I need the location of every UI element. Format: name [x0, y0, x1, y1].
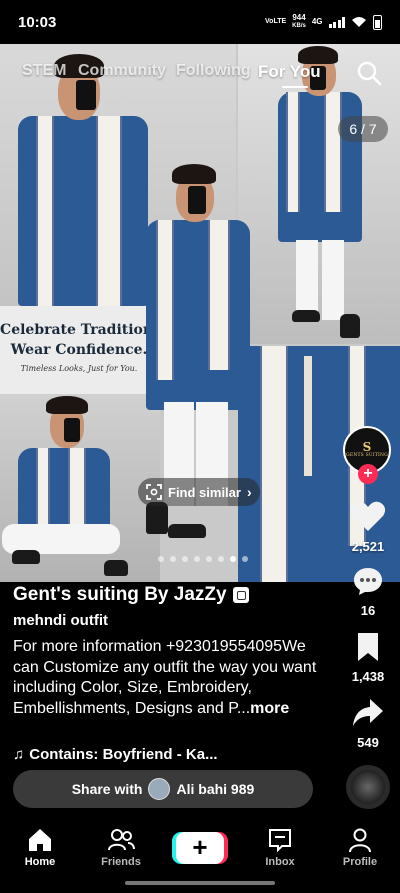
share-count: 549	[357, 735, 379, 750]
share-action[interactable]: 549	[338, 698, 398, 750]
create-button[interactable]: +	[176, 832, 224, 864]
scan-icon	[146, 484, 162, 500]
nav-home[interactable]: Home	[5, 826, 75, 868]
wifi-icon	[352, 17, 366, 27]
like-action[interactable]: 2,521	[338, 500, 398, 554]
battery-icon	[373, 14, 382, 30]
carousel-dot	[158, 556, 164, 562]
music-row[interactable]: ♫ Contains: Boyfriend - Ka...	[13, 746, 218, 763]
share-with-button[interactable]: Share with Ali bahi 989	[13, 770, 313, 808]
comment-action[interactable]: 16	[338, 566, 398, 618]
share-with-label: Share with	[71, 781, 143, 797]
friends-icon	[108, 829, 135, 851]
save-count: 1,438	[351, 669, 385, 684]
carousel-dot	[170, 556, 176, 562]
author-name-row[interactable]: Gent's suiting By JazZy	[13, 584, 249, 606]
home-indicator[interactable]	[125, 881, 275, 885]
bookmark-icon[interactable]	[355, 632, 381, 662]
music-note-icon: ♫	[13, 746, 25, 763]
follow-button[interactable]: +	[358, 464, 378, 484]
friend-avatar	[148, 778, 171, 800]
heart-icon[interactable]	[350, 500, 386, 532]
carousel-dot	[218, 556, 224, 562]
author-name[interactable]: Gent's suiting By JazZy	[13, 584, 227, 606]
nav-profile[interactable]: Profile	[325, 826, 395, 868]
nav-inbox[interactable]: Inbox	[245, 826, 315, 868]
post-subtitle: mehndi outfit	[13, 612, 108, 629]
speed-value: 944	[292, 13, 306, 22]
image-counter: 6 / 7	[338, 116, 388, 142]
carousel-dot	[230, 556, 236, 562]
comment-count: 16	[360, 603, 376, 618]
nav-inbox-label: Inbox	[265, 856, 295, 868]
carousel-dots	[0, 556, 400, 562]
status-bar: 10:03 VoLTE 944 KB/s 4G	[0, 0, 400, 44]
inbox-icon	[269, 829, 291, 853]
like-count: 2,521	[351, 539, 385, 554]
signal-icon	[328, 16, 345, 28]
carousel-dot	[182, 556, 188, 562]
nav-friends[interactable]: Friends	[86, 826, 156, 868]
chevron-right-icon: ›	[246, 484, 252, 500]
search-icon[interactable]	[356, 60, 382, 86]
active-tab-indicator	[282, 86, 308, 88]
network-speed: 944 KB/s	[292, 14, 306, 30]
share-friend-name: Ali bahi 989	[176, 781, 255, 797]
top-nav: STEM Community Following For You	[0, 58, 400, 88]
nav-profile-label: Profile	[342, 856, 378, 868]
carousel-dot	[206, 556, 212, 562]
find-similar-button[interactable]: Find similar ›	[138, 478, 260, 506]
share-icon[interactable]	[352, 698, 384, 728]
bottom-nav: Home Friends + Inbox Profile	[0, 820, 400, 876]
status-time: 10:03	[18, 13, 57, 31]
network-type: 4G	[311, 17, 323, 26]
tab-community[interactable]: Community	[78, 62, 166, 80]
save-action[interactable]: 1,438	[338, 632, 398, 684]
post-description[interactable]: For more information +923019554095We can…	[13, 637, 333, 719]
photo-mode-icon	[232, 587, 249, 603]
profile-icon	[349, 828, 371, 853]
tab-for-you[interactable]: For You	[258, 62, 321, 82]
tab-following[interactable]: Following	[176, 62, 251, 80]
more-link[interactable]: more	[250, 700, 289, 717]
carousel-dot	[242, 556, 248, 562]
avatar-monogram: S	[362, 440, 372, 454]
creator-avatar-wrap[interactable]: S GENTS SUITING +	[343, 426, 391, 484]
status-indicators: VoLTE 944 KB/s 4G	[265, 14, 382, 30]
find-similar-label: Find similar	[168, 484, 241, 500]
avatar-brand: GENTS SUITING	[346, 453, 388, 458]
nav-home-label: Home	[24, 856, 56, 868]
nav-friends-label: Friends	[101, 856, 141, 868]
network-label: VoLTE	[265, 18, 287, 25]
music-disc-icon[interactable]	[346, 765, 390, 809]
home-icon	[29, 829, 51, 851]
carousel-dot	[194, 556, 200, 562]
comment-icon[interactable]	[352, 566, 384, 596]
speed-unit: KB/s	[292, 23, 306, 29]
tab-stem[interactable]: STEM	[22, 62, 66, 80]
music-title: Contains: Boyfriend - Ka...	[29, 746, 218, 763]
plus-icon: +	[192, 832, 208, 862]
